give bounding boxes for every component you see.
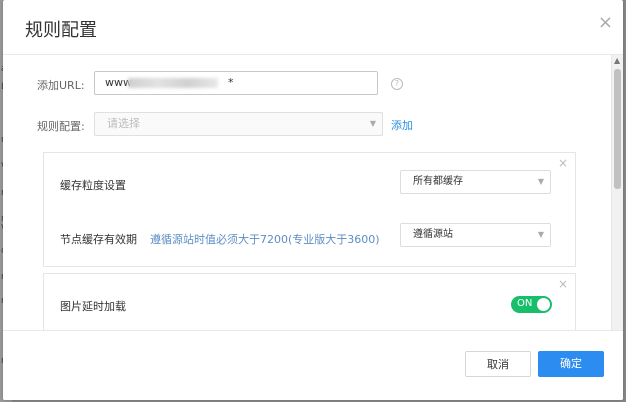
image-lazyload-label: 图片延时加载 [60,300,126,313]
help-icon[interactable]: ? [391,78,403,90]
node-cache-ttl-value: 遵循源站 [413,229,453,240]
rule-select[interactable]: 请选择 ▼ [94,112,383,136]
node-cache-ttl-select[interactable]: 遵循源站 ▼ [400,223,551,247]
rule-select-placeholder: 请选择 [107,117,140,130]
url-input-tail: * [228,76,234,89]
close-icon[interactable]: × [598,14,613,32]
image-lazyload-panel: × 图片延时加载 ON [43,273,576,330]
chevron-down-icon: ▼ [537,230,544,239]
url-redaction-blur [128,78,218,88]
image-lazyload-toggle[interactable]: ON [511,296,552,313]
cancel-button[interactable]: 取消 [465,351,531,377]
cache-settings-panel: × 缓存粒度设置 所有都缓存 ▼ 节点缓存有效期 遵循源站时值必须大于7200(… [43,152,576,267]
node-cache-ttl-label: 节点缓存有效期 [60,233,137,246]
add-rule-link[interactable]: 添加 [391,117,413,133]
rule-label: 规则配置: [37,120,85,133]
confirm-button[interactable]: 确定 [538,351,604,377]
cache-granularity-value: 所有都缓存 [413,176,463,187]
node-cache-ttl-hint: 遵循源站时值必须大于7200(专业版大于3600) [150,233,380,246]
chevron-down-icon: ▼ [537,177,544,186]
dialog-footer: 取消 确定 [3,330,623,400]
chevron-down-icon: ▼ [369,119,376,128]
cache-granularity-label: 缓存粒度设置 [60,179,126,192]
rule-config-dialog: 规则配置 × 添加URL: www * ? 规则配置: 请选择 ▼ 添加 × 缓存… [3,0,623,400]
close-icon[interactable]: × [558,156,568,170]
scroll-up-icon[interactable]: ▲ [614,56,620,65]
cache-granularity-select[interactable]: 所有都缓存 ▼ [400,170,551,194]
toggle-text: ON [517,298,533,309]
toggle-knob [537,298,550,311]
close-icon[interactable]: × [558,277,568,291]
dialog-title: 规则配置 [25,20,97,41]
url-label: 添加URL: [37,79,85,92]
dialog-header: 规则配置 × [3,0,623,55]
dialog-scrollbar[interactable]: ▲ [611,55,623,330]
scrollbar-thumb[interactable] [614,69,621,189]
dialog-body: 添加URL: www * ? 规则配置: 请选择 ▼ 添加 × 缓存粒度设置 所有… [3,55,611,330]
